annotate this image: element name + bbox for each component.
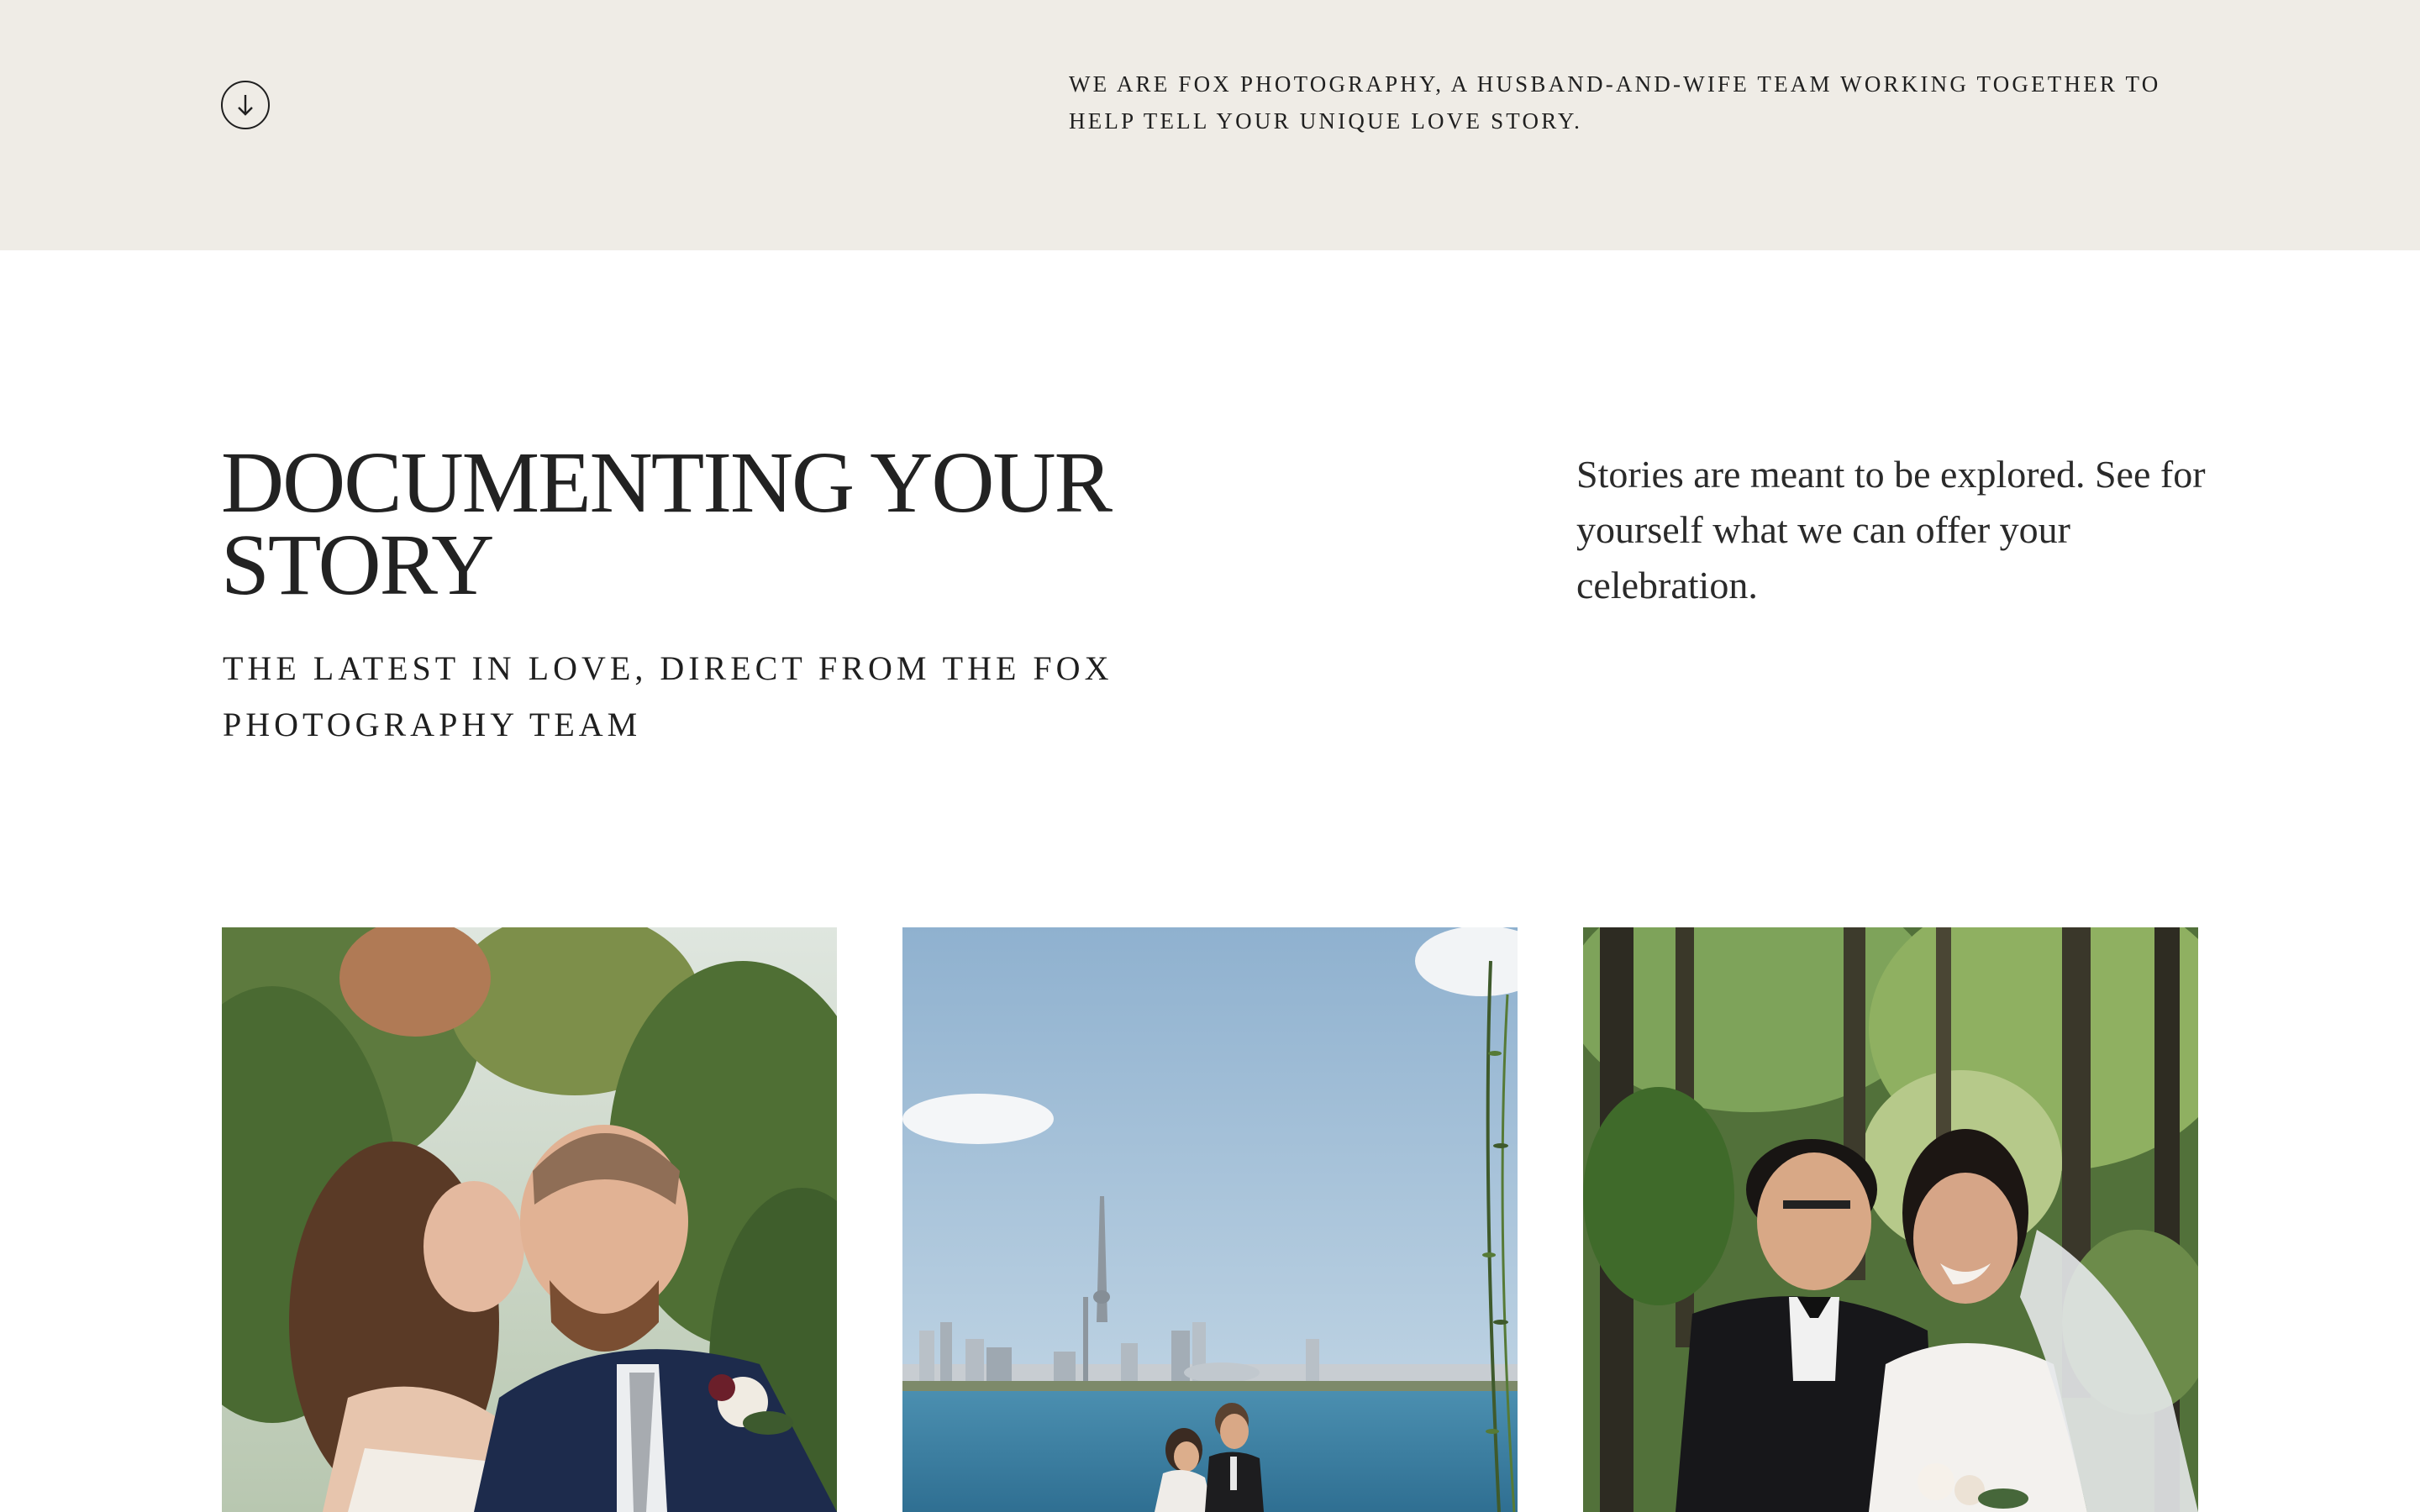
section-title: Documenting your story (221, 434, 1113, 613)
arrow-down-circle-icon[interactable] (221, 81, 270, 129)
gallery-photo-forest-couple[interactable] (1583, 927, 2198, 1512)
section-blurb: Stories are meant to be explored. See fo… (1576, 453, 2206, 606)
section-subtitle: The latest in love, direct from the Fox … (223, 649, 1113, 743)
gallery-photo-couple-kiss[interactable] (222, 927, 837, 1512)
intro-text: We are Fox Photography, a husband-and-wi… (1069, 71, 2161, 134)
hero-band: We are Fox Photography, a husband-and-wi… (0, 0, 2420, 250)
gallery-photo-toronto-skyline[interactable] (902, 927, 1518, 1512)
